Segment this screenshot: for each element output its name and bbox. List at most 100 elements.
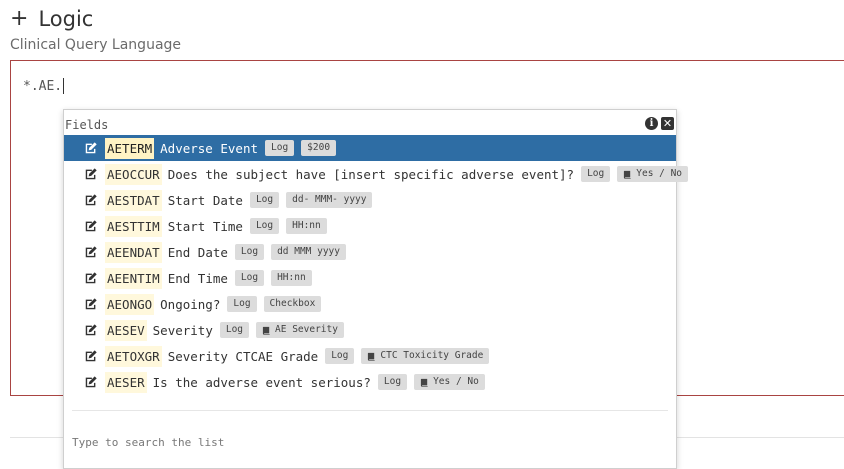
field-tag: dd MMM yyyy: [271, 244, 346, 260]
field-tag-text: Log: [225, 324, 244, 335]
field-code: AEOCCUR: [105, 163, 162, 185]
edit-icon: [84, 271, 98, 285]
edit-icon: [84, 141, 98, 155]
fields-autocomplete-popup: Fields i ✕ AETERM Adverse Event Log $200 AEO…: [63, 109, 689, 469]
field-tag-text: Log: [271, 142, 289, 153]
field-tag-text: HH:nn: [277, 272, 306, 283]
field-label: Ongoing?: [160, 296, 221, 312]
field-code: AESEV: [105, 319, 147, 341]
logic-header: + Logic Clinical Query Language: [10, 6, 181, 53]
field-tag: HH:nn: [286, 218, 327, 234]
field-tag-text: Log: [331, 350, 349, 361]
edit-icon: [84, 245, 98, 259]
field-tag-text: CTC Toxicity Grade: [380, 350, 484, 361]
field-row-aeser[interactable]: AESER Is the adverse event serious? Log Yes…: [64, 369, 676, 395]
info-icon[interactable]: i: [645, 117, 658, 130]
field-tag-text: Log: [233, 298, 251, 309]
field-row-aeendat[interactable]: AEENDAT End Date Log dd MMM yyyy: [64, 239, 676, 265]
field-tag-text: $200: [307, 142, 331, 153]
field-label: Severity CTCAE Grade: [167, 348, 319, 364]
field-code: AETERM: [105, 137, 155, 159]
field-tag: HH:nn: [271, 270, 312, 286]
field-tag: Log: [581, 166, 611, 182]
field-label: End Date: [167, 244, 228, 260]
field-tag-text: HH:nn: [292, 220, 321, 231]
field-tag-text: Yes / No: [636, 168, 683, 179]
field-tag-text: AE Severity: [275, 324, 338, 335]
popup-header-icons: i ✕: [645, 117, 674, 130]
edit-icon: [84, 349, 98, 363]
field-tag-text: Checkbox: [269, 298, 316, 309]
text-caret: [63, 78, 65, 94]
field-tag-text: Yes / No: [433, 376, 479, 387]
field-tag: Log: [234, 270, 265, 286]
title-row: + Logic: [10, 6, 181, 32]
close-icon[interactable]: ✕: [661, 117, 674, 130]
field-tag: dd- MMM- yyyy: [286, 192, 373, 208]
field-tag-text: Log: [240, 272, 259, 283]
book-icon: [420, 378, 429, 387]
field-code: AEENTIM: [105, 267, 162, 289]
field-row-aesttim[interactable]: AESTTIM Start Time Log HH:nn: [64, 213, 676, 239]
popup-divider: [72, 410, 668, 411]
field-label: Severity: [152, 322, 213, 338]
field-tag-text: Log: [240, 246, 259, 257]
field-tag: Checkbox: [263, 296, 322, 312]
field-tag: Yes / No: [414, 374, 485, 390]
field-row-aeentim[interactable]: AEENTIM End Time Log HH:nn: [64, 265, 676, 291]
field-label: Start Date: [167, 192, 243, 208]
field-list: AETERM Adverse Event Log $200 AEOCCUR Does th…: [64, 135, 689, 395]
field-row-aesev[interactable]: AESEV Severity Log AE Severity: [64, 317, 676, 343]
book-icon: [367, 352, 376, 361]
field-tag-text: Log: [587, 168, 605, 179]
edit-icon: [84, 167, 98, 181]
book-icon: [623, 170, 632, 179]
field-label: Adverse Event: [160, 140, 258, 156]
field-tag: Yes / No: [617, 166, 689, 182]
field-row-aetoxgr[interactable]: AETOXGR Severity CTCAE Grade Log CTC Toxici…: [64, 343, 676, 369]
edit-icon: [84, 219, 98, 233]
field-label: Does the subject have [insert specific a…: [167, 166, 575, 182]
popup-header: Fields i ✕: [64, 110, 676, 135]
field-code: AEENDAT: [105, 241, 162, 263]
field-code: AETOXGR: [105, 345, 162, 367]
popup-title: Fields: [65, 118, 109, 132]
edit-icon: [84, 297, 98, 311]
field-tag: Log: [249, 218, 280, 234]
field-tag: AE Severity: [256, 322, 344, 338]
page-subtitle: Clinical Query Language: [10, 37, 182, 53]
field-tag-text: Log: [255, 220, 274, 231]
plus-icon[interactable]: +: [10, 6, 28, 32]
field-tag-text: dd- MMM- yyyy: [292, 194, 367, 205]
page-title: Logic: [38, 7, 94, 31]
field-label: End Time: [167, 270, 228, 286]
field-tag: Log: [219, 322, 250, 338]
book-icon: [262, 326, 271, 335]
field-code: AESER: [105, 371, 147, 393]
edit-icon: [84, 193, 98, 207]
field-tag: Log: [265, 140, 295, 156]
query-text: *.AE.: [23, 78, 63, 94]
field-tag: Log: [377, 374, 408, 390]
field-row-aestdat[interactable]: AESTDAT Start Date Log dd- MMM- yyyy: [64, 187, 676, 213]
edit-icon: [84, 323, 98, 337]
search-input[interactable]: [72, 436, 662, 449]
field-tag: Log: [234, 244, 265, 260]
field-label: Start Time: [167, 218, 243, 234]
edit-icon: [84, 375, 98, 389]
field-code: AESTDAT: [105, 189, 162, 211]
field-label: Is the adverse event serious?: [152, 374, 371, 390]
field-tag: CTC Toxicity Grade: [361, 348, 490, 364]
field-tag-text: Log: [383, 376, 402, 387]
field-code: AEONGO: [105, 293, 155, 315]
field-tag: Log: [227, 296, 257, 312]
field-tag: Log: [249, 192, 280, 208]
field-tag: $200: [301, 140, 337, 156]
query-line[interactable]: *.AE.: [23, 78, 65, 94]
field-row-aeoccur[interactable]: AEOCCUR Does the subject have [insert spe…: [64, 161, 689, 187]
field-tag: Log: [325, 348, 355, 364]
field-code: AESTTIM: [105, 215, 162, 237]
field-row-aeongo[interactable]: AEONGO Ongoing? Log Checkbox: [64, 291, 676, 317]
field-row-aeterm[interactable]: AETERM Adverse Event Log $200: [64, 135, 676, 161]
field-tag-text: dd MMM yyyy: [277, 246, 340, 257]
